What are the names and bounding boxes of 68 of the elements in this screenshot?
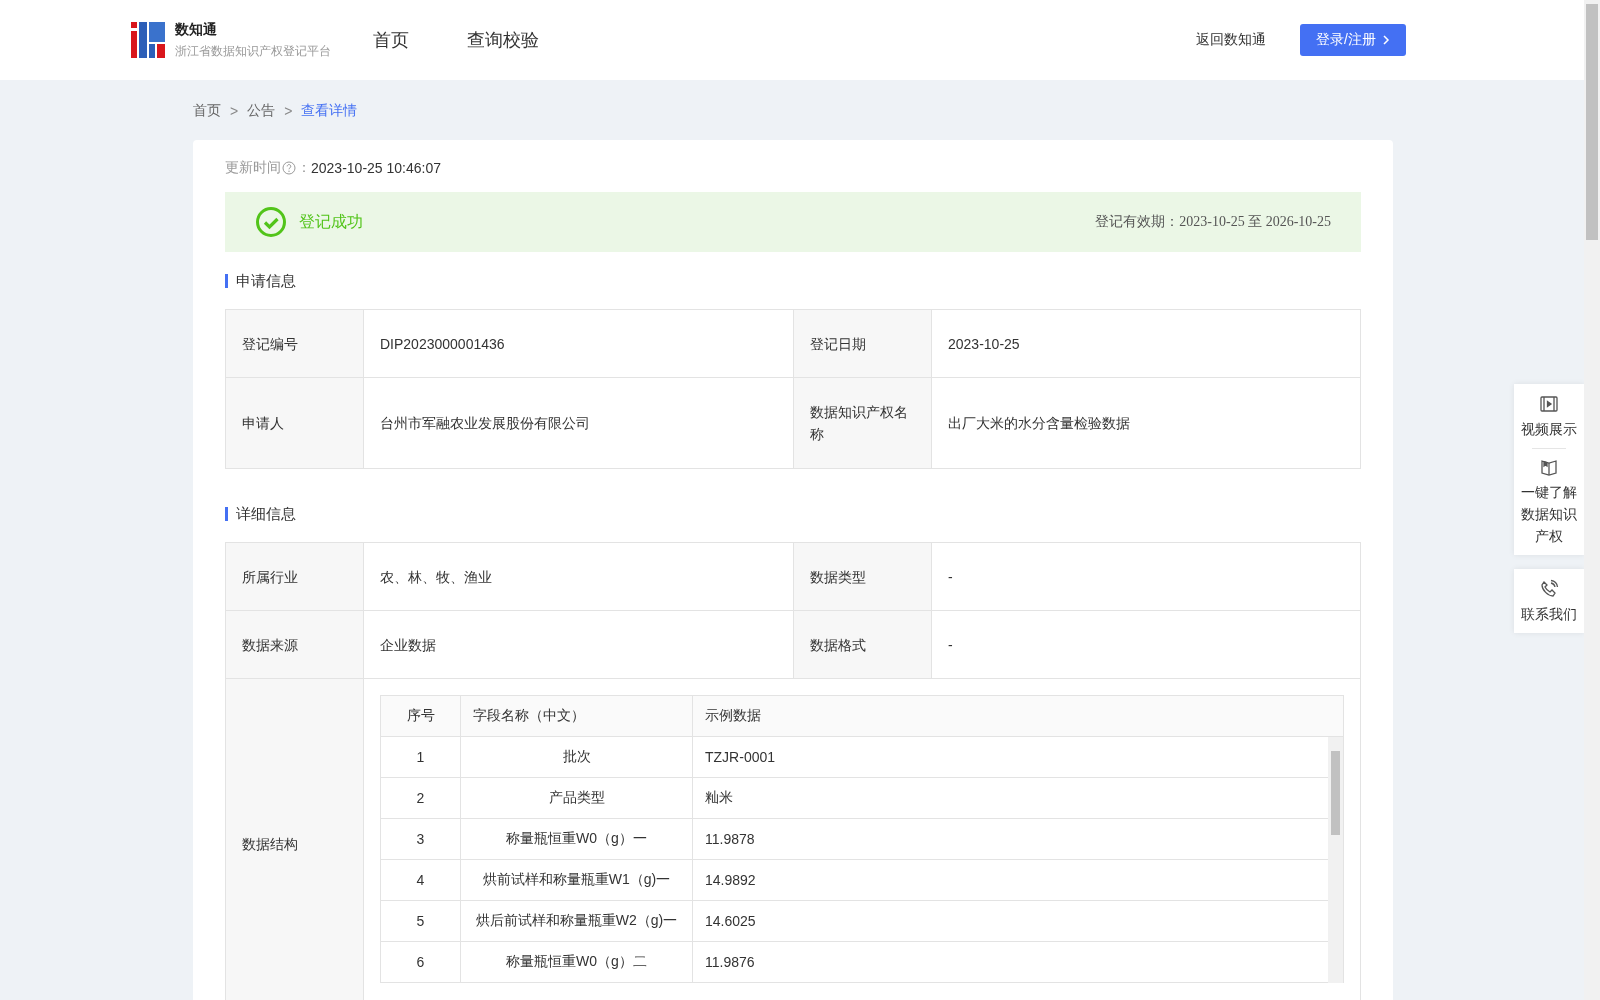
field-value: 农、林、牧、渔业 (364, 543, 794, 611)
field-label: 数据来源 (226, 611, 364, 679)
chevron-icon (1382, 35, 1390, 45)
section-title: 详细信息 (225, 507, 1361, 521)
breadcrumb-separator: > (230, 103, 239, 119)
table-cell-text: 11.9876 (704, 953, 756, 972)
table-cell-text: TZJR-0001 (704, 748, 777, 767)
book-icon (1539, 457, 1559, 477)
table-cell-text: 14.6025 (704, 912, 757, 931)
side-link[interactable]: 联系我们 (1521, 579, 1577, 625)
field-label: 数据格式 (794, 611, 932, 679)
table-cell: 烘后前试样和称量瓶重W2（g)一 (461, 901, 693, 941)
field-value: 企业数据 (364, 611, 794, 679)
field-value: 台州市军融农业发展股份有限公司 (364, 378, 794, 469)
table-cell: 4 (381, 860, 461, 900)
field-label: 登记日期 (794, 310, 932, 378)
breadcrumb-separator: > (284, 103, 293, 119)
table-cell: 2 (381, 778, 461, 818)
table-cell: 烘前试样和称量瓶重W1（g)一 (461, 860, 693, 900)
table-cell-text: 14.9892 (704, 871, 757, 890)
field-label: 数据结构 (226, 679, 364, 1000)
field-label: 登记编号 (226, 310, 364, 378)
field-label: 数据类型 (794, 543, 932, 611)
section-title: 申请信息 (225, 274, 1361, 288)
table-cell: 1 (381, 737, 461, 777)
field-label: 所属行业 (226, 543, 364, 611)
phone-icon (1539, 579, 1559, 599)
check-circle-icon (255, 206, 287, 238)
breadcrumb-link[interactable]: 首页 (193, 102, 221, 120)
update-time-value: 2023-10-25 10:46:07 (311, 160, 441, 176)
column-header: 示例数据 (704, 706, 762, 725)
column-header: 字段名称（中文） (461, 696, 693, 736)
side-link[interactable]: 一键了解数据知识产权 (1521, 457, 1577, 547)
field-value: - (932, 543, 1361, 611)
back-link[interactable]: 返回数知通 (1196, 31, 1267, 49)
logo-icon (131, 22, 165, 58)
breadcrumb-link[interactable]: 公告 (247, 102, 276, 120)
side-link[interactable]: 视频展示 (1521, 394, 1577, 440)
update-time-label: 更新时间 (225, 159, 281, 177)
field-label: 申请人 (226, 378, 364, 469)
scrollbar[interactable] (1328, 737, 1343, 983)
validity-period: 登记有效期：2023-10-25 至 2026-10-25 (1095, 213, 1331, 231)
table-cell: 称量瓶恒重W0（g）一 (461, 819, 693, 859)
table-cell: 3 (381, 819, 461, 859)
nav-link[interactable]: 查询校验 (467, 28, 539, 52)
table-cell: 5 (381, 901, 461, 941)
platform-subtitle: 浙江省数据知识产权登记平台 (175, 42, 331, 60)
nav-link[interactable]: 首页 (373, 28, 409, 52)
breadcrumb-link[interactable]: 查看详情 (301, 102, 358, 120)
column-header: 序号 (381, 696, 461, 736)
colon: ： (297, 159, 311, 177)
table-cell: 产品类型 (461, 778, 693, 818)
field-value: DIP2023000001436 (364, 310, 794, 378)
help-icon[interactable] (282, 161, 296, 175)
login-button[interactable]: 登录/注册 (1300, 24, 1406, 56)
status-text: 登记成功 (299, 211, 364, 232)
field-value: 出厂大米的水分含量检验数据 (932, 378, 1361, 469)
film-icon (1539, 394, 1559, 414)
brand-name: 数知通 (175, 20, 218, 39)
table-cell-text: 籼米 (704, 788, 734, 807)
scrollbar[interactable] (1584, 0, 1600, 1000)
table-cell: 称量瓶恒重W0（g）二 (461, 942, 693, 982)
field-label: 数据知识产权名称 (794, 378, 932, 469)
field-value: - (932, 611, 1361, 679)
table-cell-text: 11.9878 (704, 830, 756, 849)
field-value: 2023-10-25 (932, 310, 1361, 378)
table-cell: 批次 (461, 737, 693, 777)
table-cell: 6 (381, 942, 461, 982)
